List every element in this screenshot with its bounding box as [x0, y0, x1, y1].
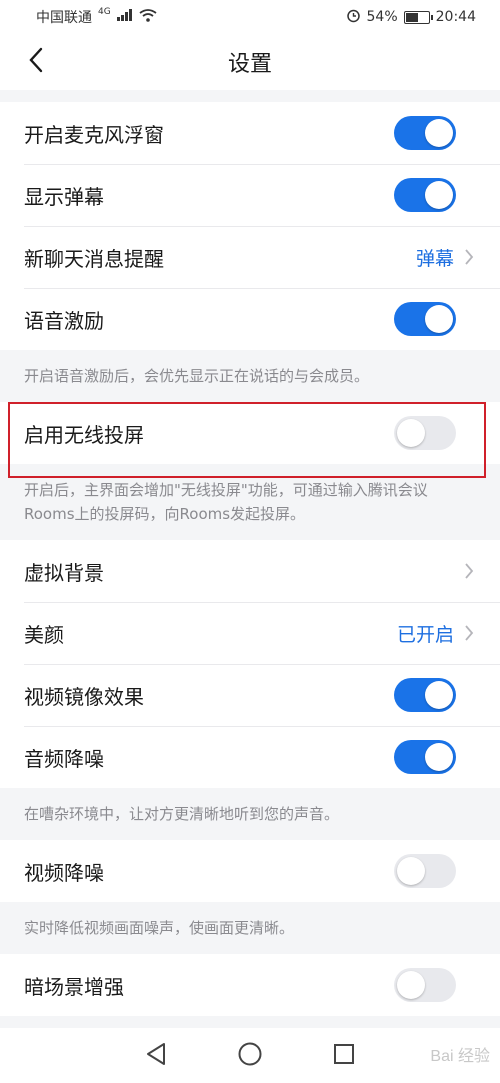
danmu-toggle[interactable]: [394, 178, 456, 212]
row-danmu: 显示弹幕: [0, 164, 500, 226]
mirror-toggle[interactable]: [394, 678, 456, 712]
row-virtual-bg[interactable]: 虚拟背景: [0, 540, 500, 602]
battery-icon: [403, 10, 433, 24]
hint-voice-excite: 开启语音激励后，会优先显示正在说话的与会成员。: [0, 350, 500, 402]
row-label: 虚拟背景: [24, 560, 104, 585]
row-audio-denoise: 音频降噪: [0, 726, 500, 788]
system-nav-bar: [0, 1028, 500, 1083]
chevron-right-icon: [462, 247, 476, 267]
voice-excite-toggle[interactable]: [394, 302, 456, 336]
row-value: 已开启: [396, 623, 454, 646]
status-left: 中国联通 4G: [36, 7, 157, 27]
top-gap: [0, 90, 500, 102]
status-bar: 中国联通 4G 54% 20:44: [0, 0, 500, 34]
alarm-icon: [346, 8, 361, 27]
row-dark-enhance: 暗场景增强: [0, 954, 500, 1016]
row-value: 弹幕: [415, 247, 454, 270]
circle-home-icon[interactable]: [237, 1041, 263, 1071]
status-right: 54% 20:44: [346, 8, 476, 27]
dark-enhance-toggle[interactable]: [394, 968, 456, 1002]
row-wireless: 启用无线投屏: [0, 402, 500, 464]
hint-wireless: 开启后，主界面会增加"无线投屏"功能，可通过输入腾讯会议Rooms上的投屏码，向…: [0, 464, 500, 540]
network-type: 4G: [98, 7, 111, 17]
row-video-denoise: 视频降噪: [0, 840, 500, 902]
wireless-toggle[interactable]: [394, 416, 456, 450]
battery-percent: 54%: [366, 9, 398, 25]
watermark: Bai 经验: [430, 1048, 490, 1065]
row-new-chat[interactable]: 新聊天消息提醒 弹幕: [0, 226, 500, 288]
hint-video-denoise: 实时降低视频画面噪声，使画面更清晰。: [0, 902, 500, 954]
row-mirror: 视频镜像效果: [0, 664, 500, 726]
page-title: 设置: [227, 52, 272, 77]
app-screen: 中国联通 4G 54% 20:44 设置 开启麦克风浮窗 显示弹幕 新聊天消息提…: [0, 0, 500, 1083]
row-mic-float: 开启麦克风浮窗: [0, 102, 500, 164]
nav-bar: 设置: [0, 34, 500, 90]
mic-float-toggle[interactable]: [394, 116, 456, 150]
settings-list: 开启麦克风浮窗 显示弹幕 新聊天消息提醒 弹幕 语音激励 开启语音激励后，会优先…: [0, 90, 500, 1016]
back-button[interactable]: [20, 46, 52, 78]
carrier-label: 中国联通: [36, 10, 92, 26]
row-beauty[interactable]: 美颜 已开启: [0, 602, 500, 664]
hint-audio-denoise: 在嘈杂环境中，让对方更清晰地听到您的声音。: [0, 788, 500, 840]
clock: 20:44: [435, 9, 476, 25]
square-recent-icon[interactable]: [333, 1043, 355, 1069]
row-voice-excite: 语音激励: [0, 288, 500, 350]
wifi-icon: [139, 8, 157, 26]
chevron-left-icon: [28, 47, 44, 77]
row-label: 美颜: [24, 622, 64, 647]
chevron-right-icon: [462, 623, 476, 643]
chevron-right-icon: [462, 561, 476, 581]
audio-denoise-toggle[interactable]: [394, 740, 456, 774]
row-label: 新聊天消息提醒: [24, 246, 164, 271]
triangle-back-icon[interactable]: [145, 1042, 167, 1070]
video-denoise-toggle[interactable]: [394, 854, 456, 888]
signal-icon: [116, 9, 133, 25]
